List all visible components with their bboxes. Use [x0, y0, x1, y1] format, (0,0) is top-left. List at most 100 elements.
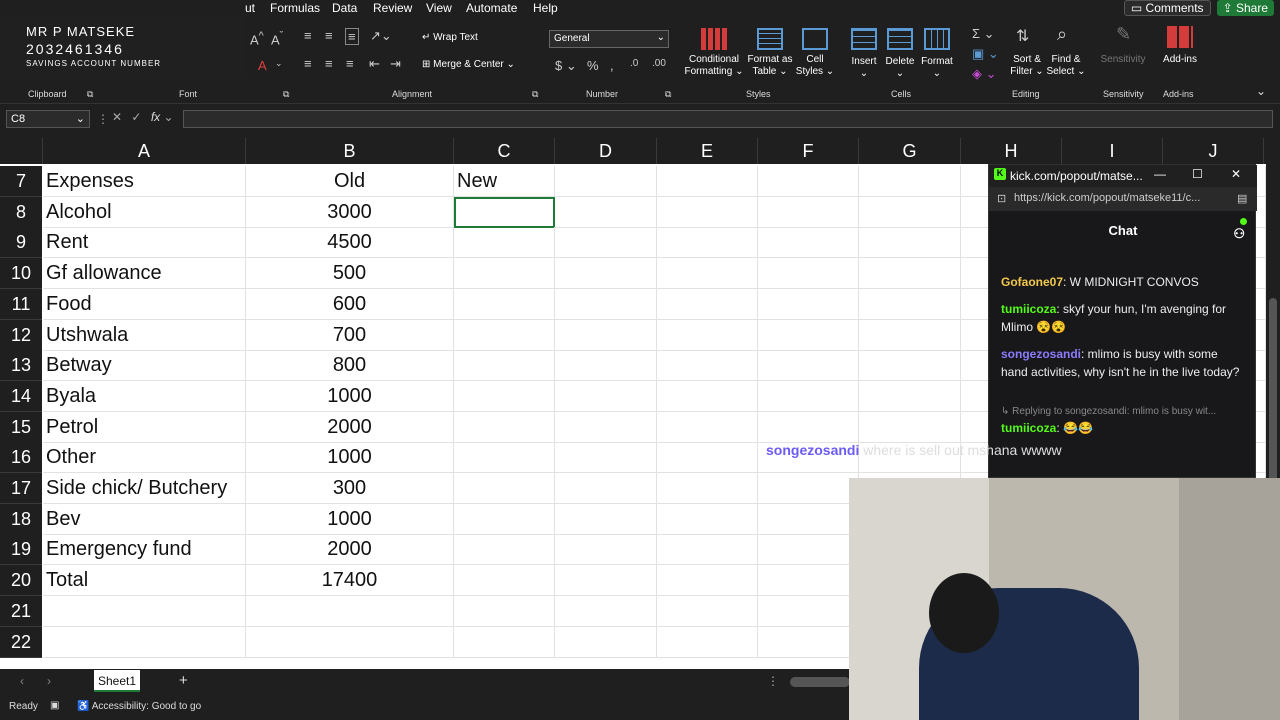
row-header[interactable]: 17 [0, 473, 42, 504]
cell-f10[interactable] [758, 258, 859, 289]
cell-styles-button[interactable]: Cell Styles ⌄ [795, 54, 835, 78]
align-top-icon[interactable]: ≡ [304, 28, 312, 43]
cell-e17[interactable] [657, 473, 758, 504]
row-header[interactable]: 8 [0, 197, 42, 228]
insert-cells-icon[interactable] [851, 28, 877, 50]
cell-c18[interactable] [454, 504, 555, 535]
search-icon[interactable]: ⌕ [1057, 24, 1067, 45]
cell-a16[interactable]: Other [43, 442, 246, 473]
percent-icon[interactable]: % [587, 58, 599, 73]
cell-c12[interactable] [454, 320, 555, 351]
currency-icon[interactable]: $ ⌄ [555, 58, 577, 74]
align-left-icon[interactable]: ≡ [304, 56, 312, 71]
cell-b11[interactable]: 600 [246, 289, 454, 320]
cell-e7[interactable] [657, 166, 758, 197]
tab-formulas[interactable]: Formulas [270, 1, 320, 15]
clipboard-launcher-icon[interactable]: ⧉ [87, 89, 93, 100]
cell-d18[interactable] [555, 504, 657, 535]
row-header[interactable]: 21 [0, 596, 42, 627]
cell-a22[interactable] [43, 627, 246, 658]
cell-g11[interactable] [859, 289, 961, 320]
prev-sheet-icon[interactable]: ‹ [20, 674, 24, 688]
cell-f22[interactable] [758, 627, 859, 658]
column-header-e[interactable]: E [657, 138, 758, 164]
reader-icon[interactable]: ▤ [1237, 192, 1247, 205]
addins-icon[interactable] [1167, 26, 1193, 48]
select-all-corner[interactable] [0, 138, 43, 164]
tab-automate[interactable]: Automate [466, 1, 517, 15]
tab-review[interactable]: Review [373, 1, 412, 15]
decrease-indent-icon[interactable]: ⇤ [369, 56, 380, 72]
cell-d9[interactable] [555, 227, 657, 258]
cell-d16[interactable] [555, 442, 657, 473]
cell-c8[interactable] [454, 197, 555, 228]
close-icon[interactable]: ✕ [1231, 167, 1241, 181]
comments-button[interactable]: ▭ Comments [1123, 0, 1211, 16]
cell-e21[interactable] [657, 596, 758, 627]
cell-c15[interactable] [454, 412, 555, 443]
cell-e13[interactable] [657, 350, 758, 381]
row-header[interactable]: 14 [0, 381, 42, 412]
format-button[interactable]: Format ⌄ [917, 56, 957, 80]
autosum-icon[interactable]: Σ ⌄ [972, 26, 995, 42]
cell-f14[interactable] [758, 381, 859, 412]
cell-a14[interactable]: Byala [43, 381, 246, 412]
column-header-j[interactable]: J [1163, 138, 1264, 164]
column-header-a[interactable]: A [43, 138, 246, 164]
cell-g7[interactable] [859, 166, 961, 197]
cell-f21[interactable] [758, 596, 859, 627]
row-header[interactable]: 7 [0, 166, 42, 197]
column-header-b[interactable]: B [246, 138, 454, 164]
cell-g10[interactable] [859, 258, 961, 289]
delete-button[interactable]: Delete ⌄ [881, 56, 919, 80]
cell-a10[interactable]: Gf allowance [43, 258, 246, 289]
cell-g12[interactable] [859, 320, 961, 351]
sensitivity-button[interactable]: Sensitivity [1100, 54, 1146, 66]
cell-d15[interactable] [555, 412, 657, 443]
cell-c21[interactable] [454, 596, 555, 627]
cell-c9[interactable] [454, 227, 555, 258]
cell-d20[interactable] [555, 565, 657, 596]
format-as-table-icon[interactable] [757, 28, 783, 50]
next-sheet-icon[interactable]: › [47, 674, 51, 688]
cell-a12[interactable]: Utshwala [43, 320, 246, 351]
cell-b16[interactable]: 1000 [246, 442, 454, 473]
align-bottom-icon[interactable]: ≡ [345, 28, 359, 45]
row-header[interactable]: 10 [0, 258, 42, 289]
cell-d8[interactable] [555, 197, 657, 228]
cell-b21[interactable] [246, 596, 454, 627]
merge-center-button[interactable]: ⊞ Merge & Center ⌄ [422, 59, 515, 70]
cell-d11[interactable] [555, 289, 657, 320]
enter-icon[interactable]: ✓ [131, 110, 141, 124]
cell-b14[interactable]: 1000 [246, 381, 454, 412]
clear-icon[interactable]: ◈ ⌄ [972, 66, 997, 82]
row-header[interactable]: 12 [0, 320, 42, 351]
cell-c10[interactable] [454, 258, 555, 289]
sensitivity-icon[interactable]: ✎ [1116, 24, 1131, 45]
format-as-table-button[interactable]: Format as Table ⌄ [745, 54, 795, 78]
cell-c11[interactable] [454, 289, 555, 320]
cell-d12[interactable] [555, 320, 657, 351]
cell-d13[interactable] [555, 350, 657, 381]
accessibility-status[interactable]: ♿ Accessibility: Good to go [77, 701, 201, 712]
cell-f12[interactable] [758, 320, 859, 351]
cell-e12[interactable] [657, 320, 758, 351]
cell-g13[interactable] [859, 350, 961, 381]
insert-function-button[interactable]: fx [151, 110, 160, 124]
cell-a15[interactable]: Petrol [43, 412, 246, 443]
sort-filter-icon[interactable]: ⇅ [1016, 26, 1029, 46]
addins-button[interactable]: Add-ins [1158, 54, 1202, 66]
cell-c17[interactable] [454, 473, 555, 504]
name-box[interactable]: C8 ⌄ [6, 110, 90, 128]
cell-g9[interactable] [859, 227, 961, 258]
fill-icon[interactable]: ▣ ⌄ [972, 46, 999, 62]
cell-e18[interactable] [657, 504, 758, 535]
horizontal-scrollbar[interactable] [790, 677, 850, 687]
row-header[interactable]: 20 [0, 565, 42, 596]
increase-indent-icon[interactable]: ⇥ [390, 56, 401, 72]
cell-g8[interactable] [859, 197, 961, 228]
cell-c16[interactable] [454, 442, 555, 473]
cell-c7[interactable]: New [454, 166, 555, 197]
cell-e10[interactable] [657, 258, 758, 289]
tab-data[interactable]: Data [332, 1, 357, 15]
